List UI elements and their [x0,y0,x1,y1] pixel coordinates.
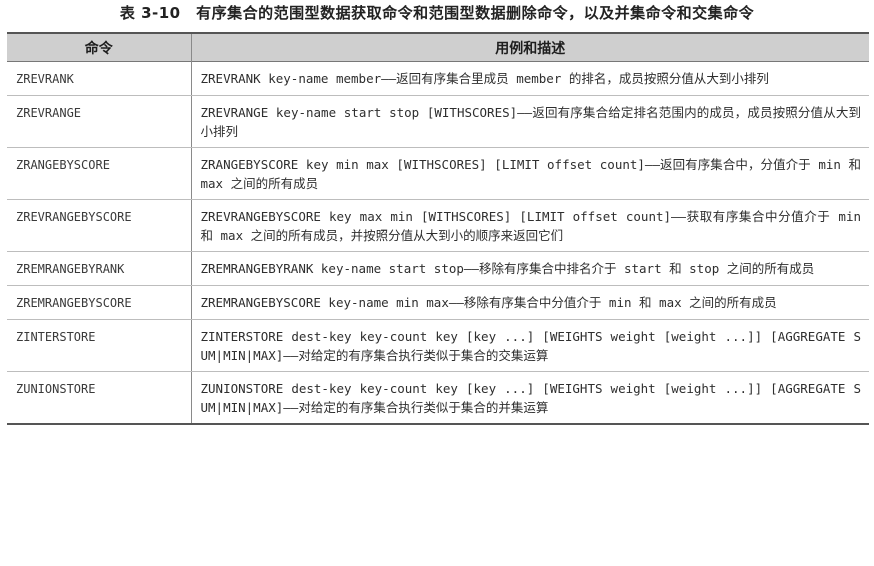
description-cell: ZREVRANGEBYSCORE key max min [WITHSCORES… [191,199,869,252]
table-row: ZRANGEBYSCORE ZRANGEBYSCORE key min max … [7,147,869,200]
description-cell: ZREVRANGE key-name start stop [WITHSCORE… [191,95,869,148]
command-cell: ZUNIONSTORE [7,371,192,425]
command-cell: ZREVRANGEBYSCORE [7,199,192,252]
command-cell: ZREVRANK [7,61,192,96]
description-cell: ZREMRANGEBYRANK key-name start stop——移除有… [191,251,869,286]
table-row: ZINTERSTORE ZINTERSTORE dest-key key-cou… [7,319,869,372]
description-cell: ZINTERSTORE dest-key key-count key [key … [191,319,869,372]
description-cell: ZREVRANK key-name member——返回有序集合里成员 memb… [191,61,869,96]
table-row: ZUNIONSTORE ZUNIONSTORE dest-key key-cou… [7,371,869,425]
table-row: ZREVRANK ZREVRANK key-name member——返回有序集… [7,61,869,96]
command-cell: ZRANGEBYSCORE [7,147,192,200]
table-row: ZREVRANGEBYSCORE ZREVRANGEBYSCORE key ma… [7,199,869,252]
description-cell: ZUNIONSTORE dest-key key-count key [key … [191,371,869,425]
command-table: 命令 用例和描述 ZREVRANK ZREVRANK key-name memb… [7,32,869,425]
document-page: 表 3-10 有序集合的范围型数据获取命令和范围型数据删除命令，以及并集命令和交… [0,0,874,566]
command-cell: ZINTERSTORE [7,319,192,372]
table-caption: 表 3-10 有序集合的范围型数据获取命令和范围型数据删除命令，以及并集命令和交… [119,4,755,22]
header-usage-description: 用例和描述 [495,40,566,57]
table-row: ZREVRANGE ZREVRANGE key-name start stop … [7,95,869,148]
table-row: ZREMRANGEBYSCORE ZREMRANGEBYSCORE key-na… [7,285,869,320]
table-row: ZREMRANGEBYRANK ZREMRANGEBYRANK key-name… [7,251,869,286]
command-cell: ZREMRANGEBYSCORE [7,285,192,320]
header-command: 命令 [7,33,192,62]
description-cell: ZRANGEBYSCORE key min max [WITHSCORES] [… [191,147,869,200]
command-cell: ZREVRANGE [7,95,192,148]
description-cell: ZREMRANGEBYSCORE key-name min max——移除有序集… [191,285,869,320]
table-body: ZREVRANK ZREVRANK key-name member——返回有序集… [7,61,869,425]
header-row: 命令 用例和描述 [7,33,869,62]
table-header: 命令 用例和描述 [7,33,869,62]
command-cell: ZREMRANGEBYRANK [7,251,192,286]
